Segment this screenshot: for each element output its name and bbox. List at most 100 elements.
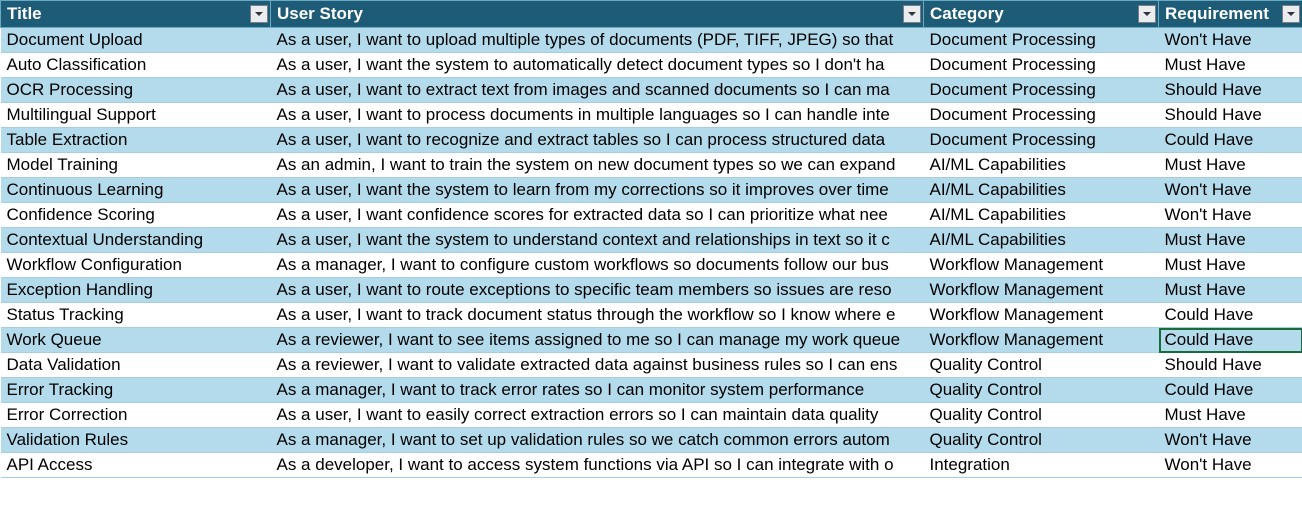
cell-requirement[interactable]: Must Have bbox=[1159, 228, 1302, 253]
cell-story[interactable]: As a manager, I want to set up validatio… bbox=[271, 428, 924, 453]
table-row[interactable]: Auto ClassificationAs a user, I want the… bbox=[1, 53, 1302, 78]
cell-requirement[interactable]: Should Have bbox=[1159, 353, 1302, 378]
cell-title[interactable]: OCR Processing bbox=[1, 78, 271, 103]
cell-requirement[interactable]: Should Have bbox=[1159, 78, 1302, 103]
cell-requirement[interactable]: Could Have bbox=[1159, 378, 1302, 403]
cell-category[interactable]: Quality Control bbox=[924, 378, 1159, 403]
cell-title[interactable]: Confidence Scoring bbox=[1, 203, 271, 228]
cell-title[interactable]: Model Training bbox=[1, 153, 271, 178]
cell-category[interactable]: AI/ML Capabilities bbox=[924, 153, 1159, 178]
cell-story[interactable]: As a user, I want to track document stat… bbox=[271, 303, 924, 328]
table-row[interactable]: Exception HandlingAs a user, I want to r… bbox=[1, 278, 1302, 303]
header-story[interactable]: User Story bbox=[271, 1, 924, 28]
cell-title[interactable]: Continuous Learning bbox=[1, 178, 271, 203]
table-row[interactable]: Contextual UnderstandingAs a user, I wan… bbox=[1, 228, 1302, 253]
filter-button-story[interactable] bbox=[903, 5, 921, 23]
table-row[interactable]: API AccessAs a developer, I want to acce… bbox=[1, 453, 1302, 478]
cell-requirement[interactable]: Could Have bbox=[1159, 328, 1302, 353]
cell-title[interactable]: Status Tracking bbox=[1, 303, 271, 328]
table-row[interactable]: Error CorrectionAs a user, I want to eas… bbox=[1, 403, 1302, 428]
cell-title[interactable]: Error Correction bbox=[1, 403, 271, 428]
cell-category[interactable]: AI/ML Capabilities bbox=[924, 203, 1159, 228]
table-row[interactable]: Status TrackingAs a user, I want to trac… bbox=[1, 303, 1302, 328]
cell-requirement[interactable]: Won't Have bbox=[1159, 453, 1302, 478]
table-row[interactable]: Error TrackingAs a manager, I want to tr… bbox=[1, 378, 1302, 403]
cell-requirement[interactable]: Must Have bbox=[1159, 403, 1302, 428]
cell-story[interactable]: As a manager, I want to configure custom… bbox=[271, 253, 924, 278]
cell-story[interactable]: As a user, I want to process documents i… bbox=[271, 103, 924, 128]
cell-requirement[interactable]: Could Have bbox=[1159, 303, 1302, 328]
cell-story[interactable]: As a user, I want the system to understa… bbox=[271, 228, 924, 253]
cell-story[interactable]: As a reviewer, I want to validate extrac… bbox=[271, 353, 924, 378]
filter-button-category[interactable] bbox=[1138, 5, 1156, 23]
table-row[interactable]: Document UploadAs a user, I want to uplo… bbox=[1, 28, 1302, 53]
cell-story[interactable]: As a user, I want to extract text from i… bbox=[271, 78, 924, 103]
table-row[interactable]: Confidence ScoringAs a user, I want conf… bbox=[1, 203, 1302, 228]
header-requirement-label: Requirement bbox=[1165, 4, 1269, 23]
cell-title[interactable]: Document Upload bbox=[1, 28, 271, 53]
cell-requirement[interactable]: Could Have bbox=[1159, 128, 1302, 153]
table-row[interactable]: Model TrainingAs an admin, I want to tra… bbox=[1, 153, 1302, 178]
cell-category[interactable]: Quality Control bbox=[924, 428, 1159, 453]
cell-title[interactable]: API Access bbox=[1, 453, 271, 478]
header-requirement[interactable]: Requirement bbox=[1159, 1, 1302, 28]
cell-title[interactable]: Data Validation bbox=[1, 353, 271, 378]
cell-category[interactable]: Workflow Management bbox=[924, 278, 1159, 303]
table-row[interactable]: Continuous LearningAs a user, I want the… bbox=[1, 178, 1302, 203]
cell-story[interactable]: As a user, I want to route exceptions to… bbox=[271, 278, 924, 303]
header-title-label: Title bbox=[7, 4, 42, 23]
cell-category[interactable]: Integration bbox=[924, 453, 1159, 478]
cell-story[interactable]: As a manager, I want to track error rate… bbox=[271, 378, 924, 403]
cell-category[interactable]: Document Processing bbox=[924, 128, 1159, 153]
cell-story[interactable]: As a user, I want to recognize and extra… bbox=[271, 128, 924, 153]
cell-title[interactable]: Table Extraction bbox=[1, 128, 271, 153]
cell-story[interactable]: As a user, I want to upload multiple typ… bbox=[271, 28, 924, 53]
cell-requirement[interactable]: Should Have bbox=[1159, 103, 1302, 128]
table-row[interactable]: OCR ProcessingAs a user, I want to extra… bbox=[1, 78, 1302, 103]
cell-requirement[interactable]: Won't Have bbox=[1159, 28, 1302, 53]
cell-requirement[interactable]: Won't Have bbox=[1159, 203, 1302, 228]
cell-category[interactable]: Workflow Management bbox=[924, 303, 1159, 328]
cell-requirement[interactable]: Won't Have bbox=[1159, 428, 1302, 453]
cell-requirement[interactable]: Must Have bbox=[1159, 278, 1302, 303]
cell-story[interactable]: As a reviewer, I want to see items assig… bbox=[271, 328, 924, 353]
cell-title[interactable]: Exception Handling bbox=[1, 278, 271, 303]
header-category[interactable]: Category bbox=[924, 1, 1159, 28]
cell-title[interactable]: Auto Classification bbox=[1, 53, 271, 78]
cell-category[interactable]: Document Processing bbox=[924, 53, 1159, 78]
table-row[interactable]: Work QueueAs a reviewer, I want to see i… bbox=[1, 328, 1302, 353]
cell-category[interactable]: AI/ML Capabilities bbox=[924, 178, 1159, 203]
header-title[interactable]: Title bbox=[1, 1, 271, 28]
cell-category[interactable]: Document Processing bbox=[924, 28, 1159, 53]
cell-category[interactable]: Quality Control bbox=[924, 353, 1159, 378]
cell-category[interactable]: Workflow Management bbox=[924, 253, 1159, 278]
cell-title[interactable]: Work Queue bbox=[1, 328, 271, 353]
cell-category[interactable]: AI/ML Capabilities bbox=[924, 228, 1159, 253]
cell-requirement[interactable]: Must Have bbox=[1159, 253, 1302, 278]
table-row[interactable]: Workflow ConfigurationAs a manager, I wa… bbox=[1, 253, 1302, 278]
cell-title[interactable]: Workflow Configuration bbox=[1, 253, 271, 278]
table-row[interactable]: Table ExtractionAs a user, I want to rec… bbox=[1, 128, 1302, 153]
cell-title[interactable]: Error Tracking bbox=[1, 378, 271, 403]
table-row[interactable]: Validation RulesAs a manager, I want to … bbox=[1, 428, 1302, 453]
cell-story[interactable]: As a user, I want confidence scores for … bbox=[271, 203, 924, 228]
cell-requirement[interactable]: Must Have bbox=[1159, 53, 1302, 78]
cell-title[interactable]: Multilingual Support bbox=[1, 103, 271, 128]
cell-requirement[interactable]: Won't Have bbox=[1159, 178, 1302, 203]
filter-button-requirement[interactable] bbox=[1282, 5, 1300, 23]
filter-button-title[interactable] bbox=[250, 5, 268, 23]
cell-category[interactable]: Workflow Management bbox=[924, 328, 1159, 353]
cell-story[interactable]: As a user, I want the system to automati… bbox=[271, 53, 924, 78]
cell-category[interactable]: Document Processing bbox=[924, 103, 1159, 128]
cell-story[interactable]: As a user, I want the system to learn fr… bbox=[271, 178, 924, 203]
cell-category[interactable]: Document Processing bbox=[924, 78, 1159, 103]
table-row[interactable]: Multilingual SupportAs a user, I want to… bbox=[1, 103, 1302, 128]
table-row[interactable]: Data ValidationAs a reviewer, I want to … bbox=[1, 353, 1302, 378]
cell-story[interactable]: As an admin, I want to train the system … bbox=[271, 153, 924, 178]
cell-requirement[interactable]: Must Have bbox=[1159, 153, 1302, 178]
cell-category[interactable]: Quality Control bbox=[924, 403, 1159, 428]
cell-story[interactable]: As a developer, I want to access system … bbox=[271, 453, 924, 478]
cell-title[interactable]: Contextual Understanding bbox=[1, 228, 271, 253]
cell-title[interactable]: Validation Rules bbox=[1, 428, 271, 453]
cell-story[interactable]: As a user, I want to easily correct extr… bbox=[271, 403, 924, 428]
